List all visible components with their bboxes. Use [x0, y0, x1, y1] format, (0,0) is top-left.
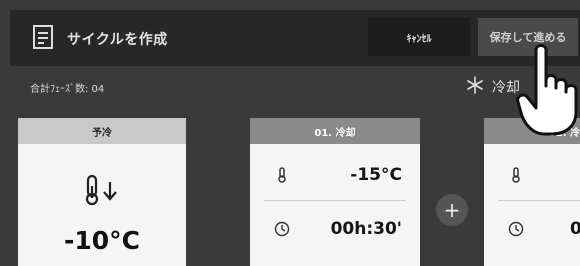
- phase-card-cooling-02[interactable]: 02. 冷 0: [484, 118, 580, 266]
- add-phase-button[interactable]: +: [436, 194, 468, 226]
- phase-temperature: -10°C: [63, 226, 140, 255]
- thermometer-icon: [512, 167, 520, 183]
- phase-card-cooling-01[interactable]: 01. 冷却 -15°C 00h:30': [250, 118, 420, 266]
- temperature-row[interactable]: -15°C: [250, 152, 420, 198]
- row-divider: [498, 200, 580, 201]
- thermometer-icon: [278, 167, 286, 183]
- duration-value: 0: [570, 219, 580, 239]
- phase-card-precool[interactable]: 予冷 -10°C: [18, 118, 186, 266]
- phase-card-title: 予冷: [18, 118, 186, 144]
- phase-card-title: 01. 冷却: [250, 118, 420, 144]
- duration-row[interactable]: 00h:30': [250, 206, 420, 252]
- sub-bar: 合計ﾌｪｰｽﾞ数: 04 冷却: [10, 66, 580, 106]
- temperature-value: -15°C: [350, 165, 402, 185]
- temperature-row[interactable]: [484, 152, 580, 198]
- top-bar: サイクルを作成 ｷｬﾝｾﾙ 保存して進める: [10, 10, 580, 66]
- cancel-button[interactable]: ｷｬﾝｾﾙ: [368, 18, 470, 56]
- phase-count-label: 合計ﾌｪｰｽﾞ数: 04: [30, 84, 105, 95]
- clock-icon: [508, 221, 524, 237]
- document-icon: [33, 25, 53, 49]
- page-title: サイクルを作成: [67, 32, 168, 48]
- duration-value: 00h:30': [330, 219, 402, 239]
- row-divider: [264, 200, 406, 201]
- duration-row[interactable]: 0: [484, 206, 580, 252]
- pointer-hand-icon: [516, 44, 578, 136]
- thermometer-down-icon: [85, 174, 117, 206]
- clock-icon: [274, 221, 290, 237]
- snowflake-icon: [467, 76, 483, 94]
